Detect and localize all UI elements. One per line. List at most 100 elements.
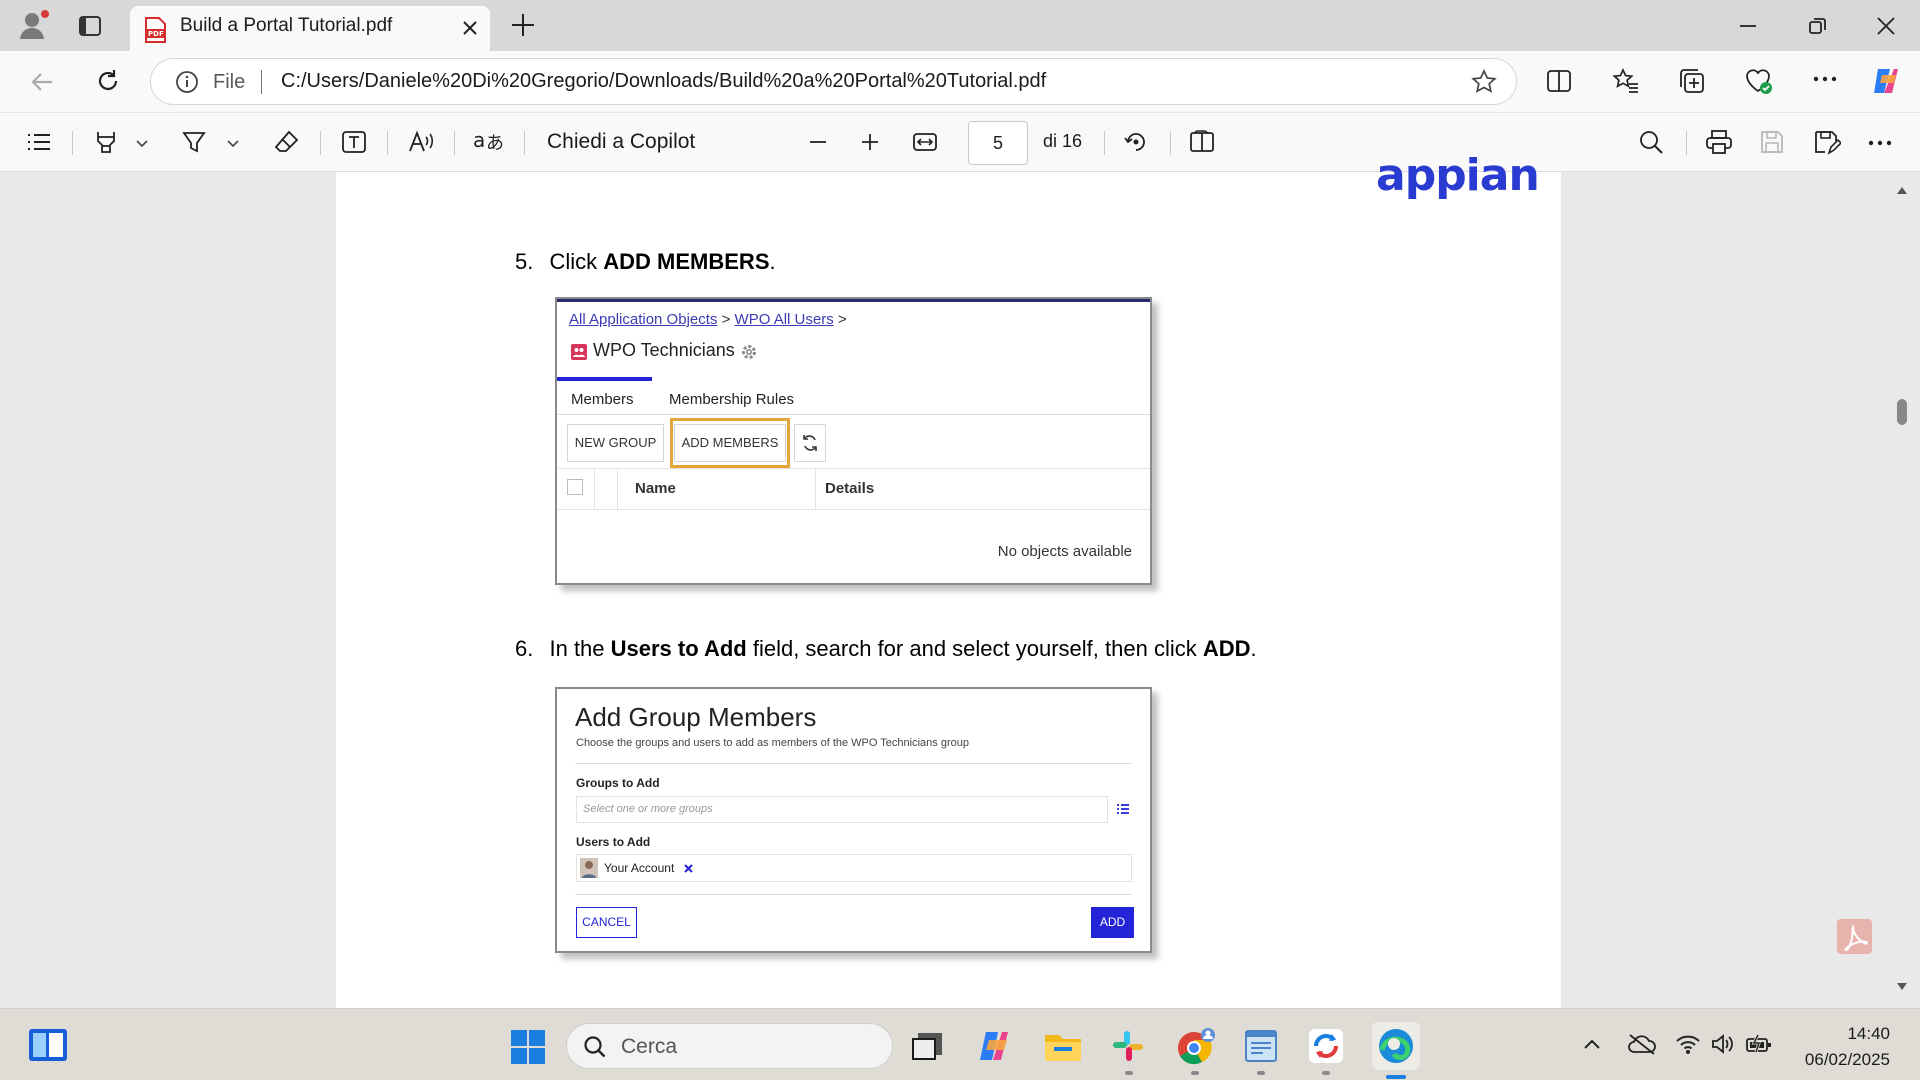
page-total: di 16 <box>1043 131 1083 151</box>
draw-icon[interactable] <box>181 129 207 155</box>
favorite-star-icon[interactable] <box>1471 69 1497 95</box>
page-view-icon[interactable] <box>1189 129 1215 155</box>
clock-date[interactable]: 06/02/2025 <box>1795 1050 1890 1070</box>
save-icon[interactable] <box>1759 129 1785 155</box>
add-button: ADD <box>1091 907 1134 938</box>
back-icon[interactable] <box>28 68 56 96</box>
copilot-icon[interactable] <box>1870 65 1902 97</box>
favorites-icon[interactable] <box>1612 67 1640 95</box>
profile-avatar-icon[interactable] <box>18 9 50 41</box>
chevron-up-icon[interactable] <box>1582 1037 1602 1051</box>
collections-icon[interactable] <box>1678 67 1706 95</box>
tab-actions-icon[interactable] <box>78 14 102 38</box>
step-5-pre: Click <box>549 249 604 274</box>
page-number-input[interactable]: 5 <box>968 121 1028 165</box>
save-as-icon[interactable] <box>1813 129 1841 155</box>
breadcrumb-wpo-all-users: WPO All Users <box>734 311 834 328</box>
tab-title: Build a Portal Tutorial.pdf <box>180 15 393 36</box>
step-6-number: 6. <box>515 636 534 661</box>
text-box-icon[interactable] <box>341 129 367 155</box>
file-explorer-icon[interactable] <box>1044 1030 1082 1062</box>
contents-list-icon[interactable] <box>26 130 52 154</box>
breadcrumb-all-objects: All Application Objects <box>569 311 718 328</box>
taskbar: Cerca 14:40 06/02/2025 <box>0 1008 1920 1080</box>
screenshot-add-group-members: Add Group Members Choose the groups and … <box>555 687 1152 953</box>
read-aloud-icon[interactable] <box>408 129 436 155</box>
info-icon[interactable] <box>175 70 199 94</box>
url-text[interactable]: C:/Users/Daniele%20Di%20Gregorio/Downloa… <box>281 70 1046 93</box>
volume-icon[interactable] <box>1710 1033 1736 1055</box>
close-window-icon[interactable] <box>1875 15 1897 37</box>
translate-icon[interactable]: aあ <box>473 127 505 155</box>
step-5-text: 5. Click ADD MEMBERS. <box>515 249 776 275</box>
zoom-in-icon[interactable] <box>859 131 881 153</box>
chevron-down-icon[interactable] <box>226 139 240 149</box>
step-6-t3: . <box>1250 636 1257 661</box>
battery-icon[interactable] <box>1745 1034 1773 1054</box>
rotate-icon[interactable] <box>1123 129 1149 155</box>
split-screen-icon[interactable] <box>1546 68 1572 94</box>
breadcrumb-separator: > <box>717 311 735 328</box>
app-window-icon[interactable] <box>1244 1029 1278 1063</box>
minimize-icon[interactable] <box>1737 15 1759 37</box>
toolbar-divider <box>72 131 73 155</box>
column-divider <box>815 469 816 509</box>
restore-icon[interactable] <box>1806 15 1828 37</box>
search-placeholder: Cerca <box>621 1035 678 1058</box>
divider <box>557 414 1150 415</box>
breadcrumb: All Application Objects > WPO All Users … <box>569 311 847 328</box>
toolbar-divider <box>320 131 321 155</box>
address-bar[interactable]: File C:/Users/Daniele%20Di%20Gregorio/Do… <box>150 58 1517 105</box>
list-picker-icon <box>1116 803 1130 815</box>
sync-app-icon[interactable] <box>1308 1028 1344 1064</box>
cancel-button: CANCEL <box>576 907 637 938</box>
widgets-icon[interactable] <box>28 1028 68 1062</box>
pdf-more-options-icon[interactable] <box>1867 139 1893 147</box>
chevron-down-icon[interactable] <box>135 139 149 149</box>
new-tab-icon[interactable] <box>510 12 536 38</box>
copilot-taskbar-icon[interactable] <box>977 1029 1013 1063</box>
taskbar-search[interactable]: Cerca <box>566 1023 893 1069</box>
toolbar-divider <box>1170 131 1171 155</box>
print-icon[interactable] <box>1705 129 1733 155</box>
running-indicator <box>1257 1071 1265 1075</box>
edge-taskbar-button[interactable] <box>1372 1022 1420 1070</box>
pdf-file-icon: PDF <box>143 17 167 43</box>
wifi-icon[interactable] <box>1675 1033 1701 1055</box>
tab-active[interactable]: PDF Build a Portal Tutorial.pdf <box>130 6 490 51</box>
vertical-scrollbar[interactable] <box>1893 172 1911 1004</box>
scroll-thumb[interactable] <box>1897 399 1907 425</box>
group-icon <box>571 344 587 360</box>
acrobat-icon[interactable] <box>1837 919 1872 954</box>
pdf-toolbar: aあ Chiedi a Copilot 5 di 16 <box>0 112 1920 172</box>
more-options-icon[interactable] <box>1812 75 1838 83</box>
slack-icon[interactable] <box>1111 1029 1145 1063</box>
search-icon[interactable] <box>1638 129 1664 155</box>
toolbar-divider <box>1686 131 1687 155</box>
dialog-title: Add Group Members <box>575 702 817 732</box>
scroll-up-icon[interactable] <box>1896 185 1908 195</box>
onedrive-icon[interactable] <box>1627 1033 1657 1055</box>
highlight-icon[interactable] <box>93 129 119 155</box>
windows-start-icon[interactable] <box>510 1029 546 1065</box>
navigation-bar: File C:/Users/Daniele%20Di%20Gregorio/Do… <box>0 51 1920 112</box>
task-view-icon[interactable] <box>910 1031 944 1061</box>
fit-width-icon[interactable] <box>912 130 938 154</box>
running-indicator <box>1322 1071 1330 1075</box>
zoom-out-icon[interactable] <box>807 131 829 153</box>
chrome-icon[interactable] <box>1176 1026 1216 1066</box>
breadcrumb-separator: > <box>833 311 847 328</box>
browser-essentials-icon[interactable] <box>1744 67 1774 95</box>
ask-copilot-button[interactable]: Chiedi a Copilot <box>547 130 695 154</box>
top-accent <box>557 299 1150 302</box>
users-label: Users to Add <box>576 835 651 849</box>
running-indicator <box>1125 1071 1133 1075</box>
active-tab-indicator <box>557 377 652 381</box>
table-top-border <box>557 468 1150 469</box>
eraser-icon[interactable] <box>274 129 300 155</box>
close-tab-icon[interactable] <box>460 18 480 38</box>
clock-time[interactable]: 14:40 <box>1810 1024 1890 1044</box>
scroll-down-icon[interactable] <box>1896 982 1908 992</box>
refresh-icon[interactable] <box>94 67 122 95</box>
dialog-subtitle: Choose the groups and users to add as me… <box>576 737 969 749</box>
